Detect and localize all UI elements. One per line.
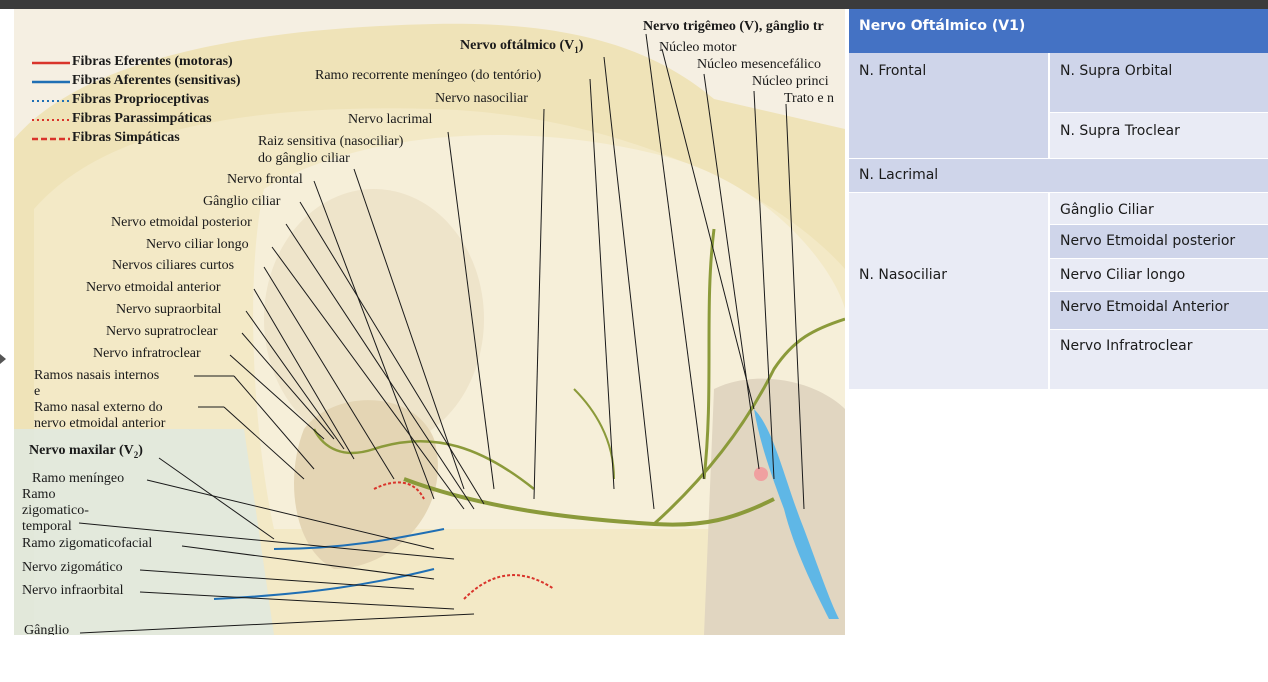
table-divider	[1050, 329, 1268, 330]
legend-proprioceptive: Fibras Proprioceptivas	[72, 92, 210, 107]
top-window-bar	[0, 0, 1268, 9]
label-trato: Trato e n	[784, 91, 835, 106]
table-divider	[1050, 258, 1268, 259]
table-divider	[1048, 53, 1050, 159]
cell-frontal: N. Frontal	[849, 53, 1050, 159]
ophthalmic-title: Nervo oftálmico (V1)	[460, 38, 584, 55]
table-divider	[1050, 224, 1268, 225]
table-divider	[849, 158, 1268, 159]
legend-afferent: Fibras Aferentes (sensitivas)	[72, 73, 241, 88]
maxillary-title: Nervo maxilar (V2)	[29, 443, 143, 460]
trigeminal-title: Nervo trigêmeo (V), gânglio tr	[643, 19, 824, 34]
label-ramo-recorrente: Ramo recorrente meníngeo (do tentório)	[315, 68, 542, 83]
label-nervo-frontal: Nervo frontal	[227, 172, 303, 187]
label-nucleo-mesencefalico: Núcleo mesencefálico	[697, 57, 821, 72]
cell-etmoidal-posterior: Nervo Etmoidal posterior	[1050, 225, 1268, 259]
slide-nav-arrow-icon[interactable]	[0, 354, 6, 364]
label-nervo-lacrimal: Nervo lacrimal	[348, 112, 433, 127]
legend-efferent: Fibras Eferentes (motoras)	[72, 54, 233, 69]
label-supratroclear: Nervo supratroclear	[106, 324, 218, 339]
legend-sympathetic: Fibras Simpáticas	[72, 130, 180, 145]
cell-ciliar-longo: Nervo Ciliar longo	[1050, 259, 1268, 292]
cell-etmoidal-anterior: Nervo Etmoidal Anterior	[1050, 292, 1268, 330]
label-ramo-zt-2: zigomatico-	[22, 503, 89, 518]
table-header: Nervo Oftálmico (V1)	[849, 9, 1268, 53]
label-raiz-sensitiva-2: do gânglio ciliar	[258, 151, 350, 166]
label-nucleo-motor: Núcleo motor	[659, 40, 737, 55]
label-supraorbital: Nervo supraorbital	[116, 302, 222, 317]
label-ramo-zt-3: temporal	[22, 519, 72, 534]
anatomical-illustration: Fibras Eferentes (motoras) Fibras Aferen…	[14, 9, 845, 635]
table-divider	[1050, 112, 1268, 113]
label-nervo-infraorbital: Nervo infraorbital	[22, 583, 124, 598]
table-divider	[1050, 291, 1268, 292]
label-etmoidal-posterior: Nervo etmoidal posterior	[111, 215, 252, 230]
label-raiz-sensitiva-1: Raiz sensitiva (nasociliar)	[258, 134, 404, 149]
label-etmoidal-anterior: Nervo etmoidal anterior	[86, 280, 221, 295]
cell-infratroclear: Nervo Infratroclear	[1050, 330, 1268, 389]
label-ciliares-curtos: Nervos ciliares curtos	[112, 258, 235, 273]
cell-supra-orbital: N. Supra Orbital	[1050, 53, 1268, 113]
label-ganglio-ciliar: Gânglio ciliar	[203, 194, 281, 209]
label-ganglio: Gânglio	[24, 623, 70, 635]
label-ciliar-longo: Nervo ciliar longo	[146, 237, 249, 252]
label-nervo-zigomatico: Nervo zigomático	[22, 560, 123, 575]
label-nervo-nasociliar: Nervo nasociliar	[435, 91, 528, 106]
legend-parasympathetic: Fibras Parassimpáticas	[72, 111, 212, 126]
label-infratroclear: Nervo infratroclear	[93, 346, 201, 361]
label-ramos-nasais-1: Ramos nasais internos	[34, 368, 160, 383]
label-ramo-zigomaticofacial: Ramo zigomaticofacial	[22, 536, 153, 551]
label-ramos-nasais-3: Ramo nasal externo do	[34, 400, 163, 415]
label-ramos-nasais-4: nervo etmoidal anterior	[34, 416, 166, 431]
label-ramo-meningeo: Ramo meníngeo	[32, 471, 125, 486]
table-divider	[849, 192, 1268, 193]
cell-ganglio-ciliar: Gânglio Ciliar	[1050, 193, 1268, 225]
cell-lacrimal: N. Lacrimal	[849, 159, 1268, 193]
cell-nasociliar: N. Nasociliar	[849, 193, 1050, 389]
label-ramos-nasais-2: e	[34, 384, 41, 399]
label-ramo-zt-1: Ramo	[22, 487, 56, 502]
cell-supra-troclear: N. Supra Troclear	[1050, 113, 1268, 159]
label-nucleo-principal: Núcleo princi	[752, 74, 829, 89]
